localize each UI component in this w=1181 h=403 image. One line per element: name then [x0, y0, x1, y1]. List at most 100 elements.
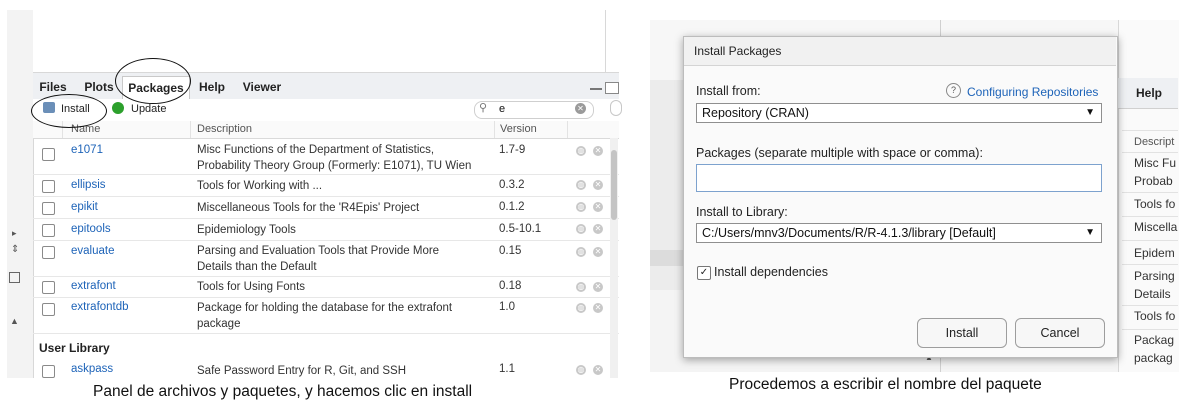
package-description: Tools for Working with ... [197, 180, 323, 192]
remove-icon[interactable]: ✕ [593, 202, 603, 212]
remove-icon[interactable]: ✕ [593, 247, 603, 257]
package-description: Package for holding the database for the… [197, 302, 453, 330]
table-row: epitools Epidemiology Tools 0.5-10.1 ◍ ✕ [33, 219, 619, 241]
row-checkbox[interactable] [42, 148, 55, 161]
row-checkbox[interactable] [42, 365, 55, 378]
left-caption: Panel de archivos y paquetes, y hacemos … [93, 383, 473, 400]
remove-icon[interactable]: ✕ [593, 224, 603, 234]
package-link[interactable]: extrafontdb [71, 301, 129, 313]
bg-cell: Details [1134, 287, 1171, 301]
header-version[interactable]: Version [496, 121, 568, 138]
highlight-ellipse-packages [115, 58, 191, 104]
library-label: Install to Library: [696, 205, 788, 219]
update-button[interactable]: Update [131, 103, 166, 115]
search-input[interactable]: e [499, 103, 505, 115]
row-checkbox[interactable] [42, 246, 55, 259]
remove-icon[interactable]: ✕ [593, 146, 603, 156]
upper-pane [33, 10, 619, 73]
background-description-header: Descript [1134, 136, 1175, 148]
remove-icon[interactable]: ✕ [593, 180, 603, 190]
pane-divider [605, 10, 606, 72]
package-description: Tools for Using Fonts [197, 281, 306, 293]
cancel-button[interactable]: Cancel [1015, 318, 1105, 348]
row-checkbox[interactable] [42, 224, 55, 237]
dropdown-arrow-icon: ▼ [1085, 227, 1095, 238]
row-checkbox[interactable] [42, 281, 55, 294]
bg-cell: Tools fo [1134, 197, 1176, 211]
maximize-pane-icon[interactable] [605, 82, 619, 94]
packages-input[interactable] [696, 164, 1102, 192]
browse-icon[interactable]: ◍ [576, 180, 586, 190]
package-link[interactable]: ellipsis [71, 179, 106, 191]
row-checkbox[interactable] [42, 303, 55, 316]
search-icon: ⚲ [479, 102, 488, 114]
bg-cell: Probab [1134, 174, 1173, 188]
browse-icon[interactable]: ◍ [576, 247, 586, 257]
package-description: Miscellaneous Tools for the 'R4Epis' Pro… [197, 202, 420, 214]
minimize-pane-icon[interactable] [590, 88, 602, 90]
tab-help[interactable]: Help [194, 76, 230, 98]
package-description: Parsing and Evaluation Tools that Provid… [197, 245, 440, 273]
remove-icon[interactable]: ✕ [593, 365, 603, 375]
clear-search-icon[interactable]: ✕ [575, 103, 586, 114]
browse-icon[interactable]: ◍ [576, 224, 586, 234]
package-description: Epidemiology Tools [197, 224, 296, 236]
table-row: epikit Miscellaneous Tools for the 'R4Ep… [33, 197, 619, 219]
expand-arrow-icon[interactable]: ▸ [12, 228, 17, 239]
package-version: 1.1 [499, 363, 515, 375]
packages-label: Packages (separate multiple with space o… [696, 146, 983, 160]
tab-plots[interactable]: Plots [80, 76, 118, 98]
package-link[interactable]: epikit [71, 201, 98, 213]
package-version: 0.5-10.1 [499, 223, 542, 235]
library-select[interactable]: C:/Users/mnv3/Documents/R/R-4.1.3/librar… [696, 223, 1102, 243]
bg-cell: Parsing [1134, 269, 1175, 283]
help-icon[interactable]: ? [946, 83, 961, 98]
browse-icon[interactable]: ◍ [576, 202, 586, 212]
dependencies-checkbox[interactable]: ✓ [697, 266, 711, 280]
bg-cell: packag [1134, 351, 1173, 365]
package-version: 0.18 [499, 280, 522, 292]
row-checkbox[interactable] [42, 202, 55, 215]
table-row: evaluate Parsing and Evaluation Tools th… [33, 241, 619, 277]
package-description: Misc Functions of the Department of Stat… [197, 144, 472, 172]
bg-cell: Packag [1134, 333, 1175, 347]
table-row: extrafontdb Package for holding the data… [33, 298, 619, 334]
table-row: extrafont Tools for Using Fonts 0.18 ◍ ✕ [33, 277, 619, 298]
browse-icon[interactable]: ◍ [576, 282, 586, 292]
package-description: Safe Password Entry for R, Git, and SSH [197, 365, 406, 377]
table-row: ellipsis Tools for Working with ... 0.3.… [33, 175, 619, 197]
header-description[interactable]: Description [193, 121, 495, 138]
window-icon[interactable] [9, 272, 20, 283]
scrollbar-thumb[interactable] [611, 150, 617, 220]
browse-icon[interactable]: ◍ [576, 365, 586, 375]
bg-cell: Misc Fu [1134, 156, 1176, 170]
browse-icon[interactable]: ◍ [576, 303, 586, 313]
browse-icon[interactable]: ◍ [576, 146, 586, 156]
remove-icon[interactable]: ✕ [593, 282, 603, 292]
package-link[interactable]: askpass [71, 363, 113, 375]
package-link[interactable]: evaluate [71, 245, 114, 257]
install-button[interactable]: Install [917, 318, 1007, 348]
table-row: e1071 Misc Functions of the Department o… [33, 139, 619, 175]
configuring-repositories-link[interactable]: Configuring Repositories [967, 85, 1098, 99]
package-link[interactable]: e1071 [71, 144, 103, 156]
background-help-tab[interactable]: Help [1136, 86, 1162, 100]
section-user-library: User Library [39, 341, 110, 355]
install-from-value: Repository (CRAN) [702, 106, 809, 120]
package-link[interactable]: epitools [71, 223, 111, 235]
tab-viewer[interactable]: Viewer [238, 76, 286, 98]
remove-icon[interactable]: ✕ [593, 303, 603, 313]
row-checkbox[interactable] [42, 180, 55, 193]
bg-cell: Miscella [1134, 220, 1178, 234]
right-caption: Procedemos a escribir el nombre del paqu… [729, 376, 1042, 393]
package-version: 1.0 [499, 301, 515, 313]
package-version: 1.7-9 [499, 144, 526, 156]
install-from-select[interactable]: Repository (CRAN) ▼ [696, 103, 1102, 123]
scroll-up-icon[interactable]: ▲ [10, 316, 19, 326]
refresh-icon[interactable] [610, 100, 622, 116]
update-icon[interactable] [112, 102, 124, 114]
dropdown-arrow-icon: ▼ [1085, 107, 1095, 118]
package-link[interactable]: extrafont [71, 280, 116, 292]
updown-icon[interactable]: ⇕ [11, 244, 19, 255]
library-value: C:/Users/mnv3/Documents/R/R-4.1.3/librar… [702, 226, 996, 240]
